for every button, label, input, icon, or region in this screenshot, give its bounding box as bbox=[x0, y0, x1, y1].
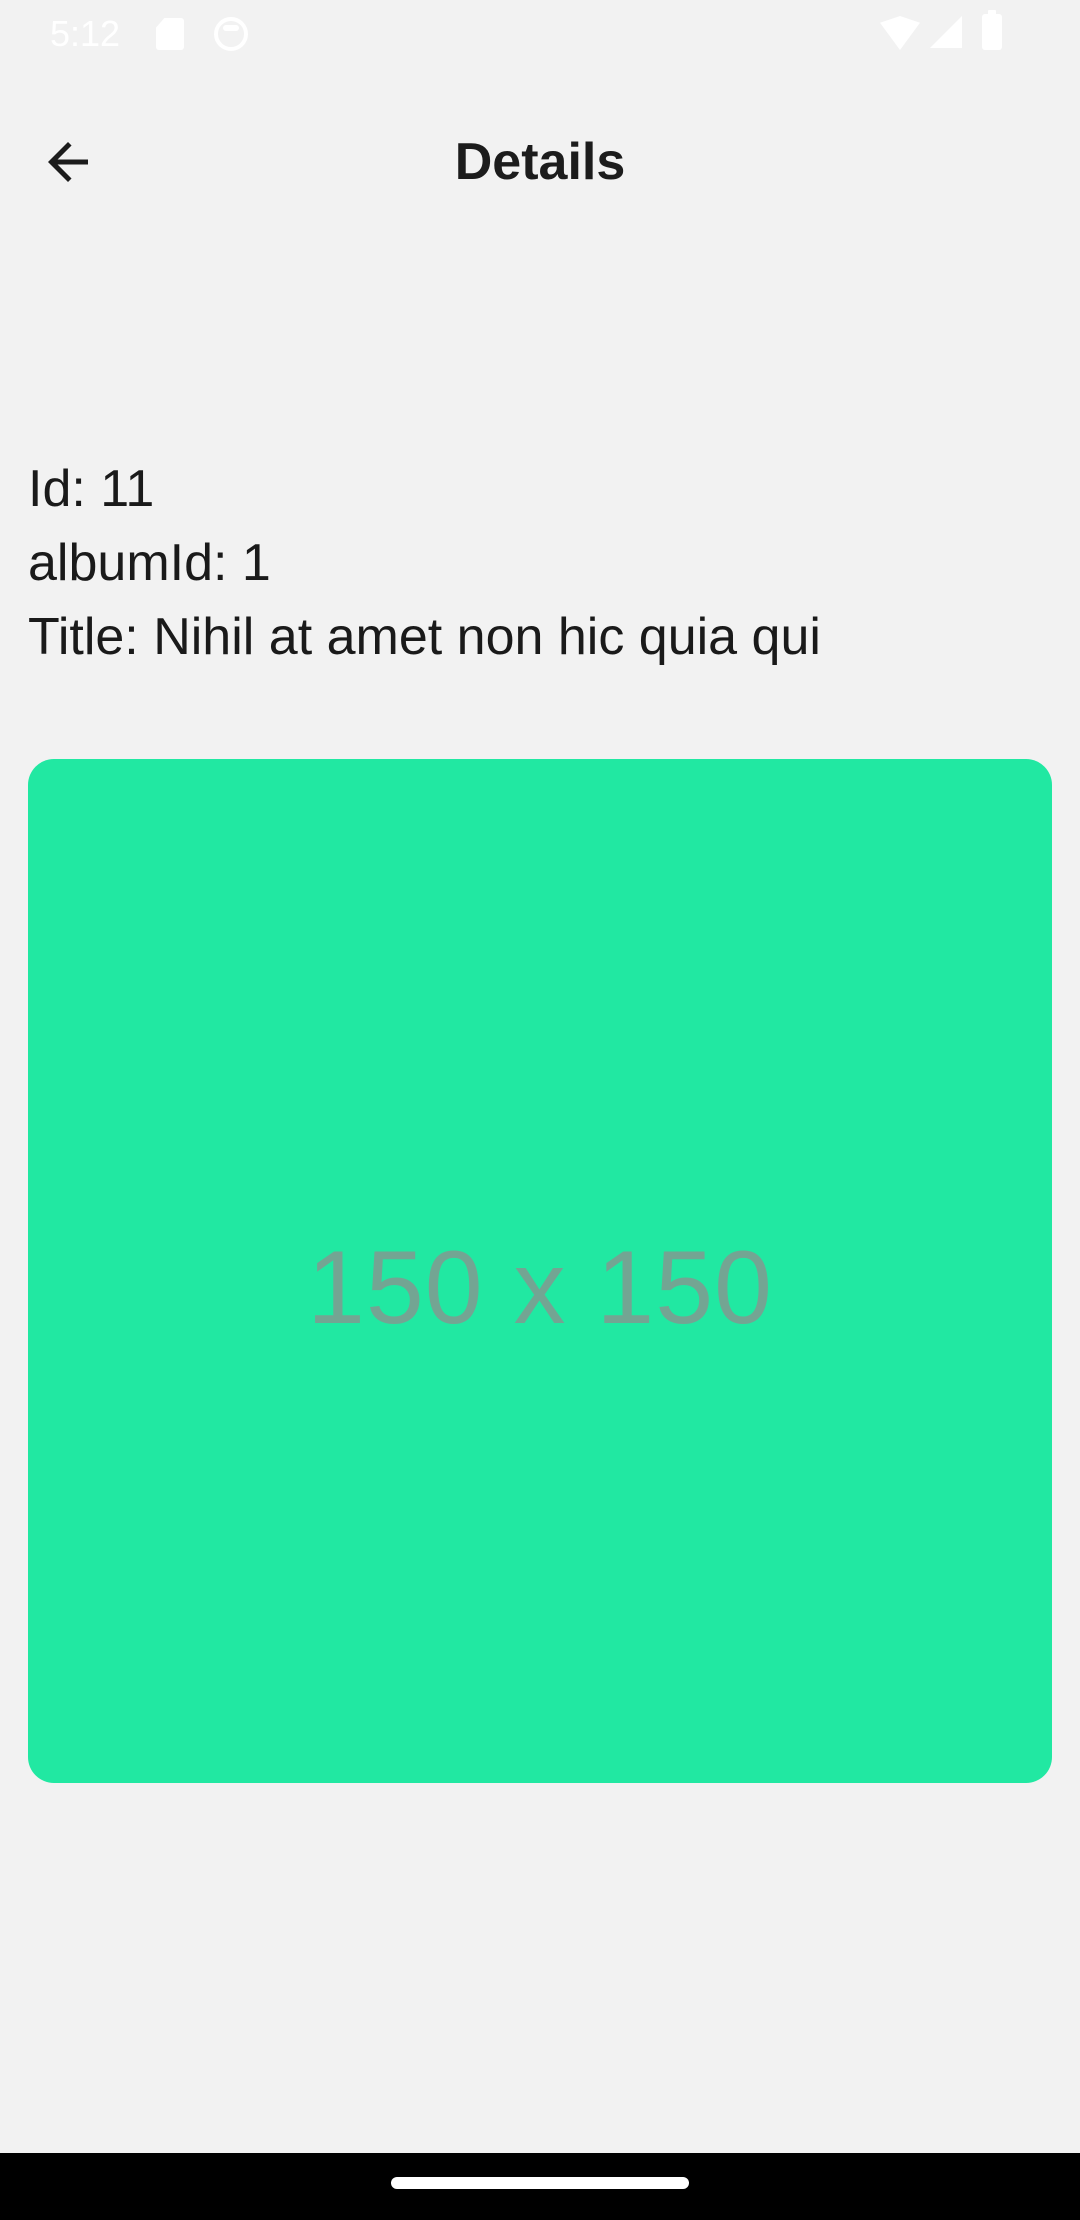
app-bar: Details bbox=[0, 68, 1080, 238]
status-bar: 5:12 bbox=[0, 0, 1080, 68]
photo-id-text: Id: 11 bbox=[28, 460, 155, 518]
sd-card-icon bbox=[156, 18, 184, 50]
page-title: Details bbox=[454, 133, 626, 191]
signal-icon bbox=[930, 16, 962, 48]
image-placeholder-text: 150 x 150 bbox=[307, 1229, 773, 1346]
photo-image: 150 x 150 bbox=[28, 759, 1052, 1783]
home-gesture-handle[interactable] bbox=[391, 2177, 689, 2189]
photo-details: Id: 11 albumId: 1 Title: Nihil at amet n… bbox=[28, 452, 821, 674]
wifi-icon bbox=[880, 16, 920, 50]
status-time: 5:12 bbox=[50, 13, 121, 54]
system-navigation-bar bbox=[0, 2153, 1080, 2220]
cat-face-icon bbox=[214, 17, 248, 51]
battery-icon bbox=[982, 10, 1002, 50]
photo-title-text: Title: Nihil at amet non hic quia qui bbox=[28, 608, 821, 666]
album-id-text: albumId: 1 bbox=[28, 534, 271, 592]
